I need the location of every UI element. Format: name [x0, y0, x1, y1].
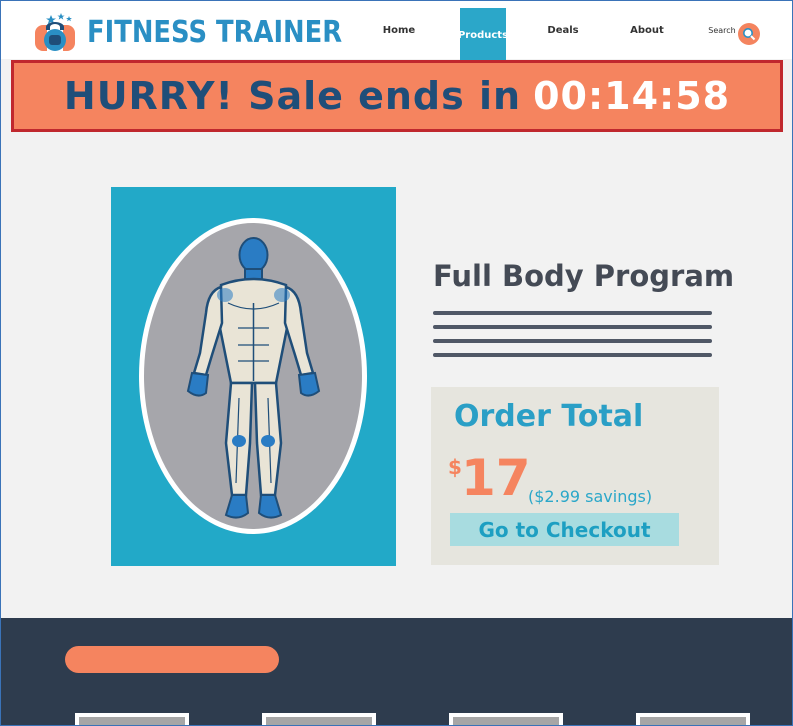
nav-about[interactable]: About [623, 1, 671, 59]
countdown-timer: 00:14:58 [533, 74, 731, 118]
kettlebell-logo-icon[interactable] [31, 13, 79, 53]
product-title: Full Body Program [433, 259, 735, 293]
site-header: FITNESS TRAINER Home Products Deals Abou… [1, 1, 792, 68]
sale-banner: HURRY! Sale ends in 00:14:58 [11, 60, 783, 132]
footer-thumbnail[interactable] [262, 713, 376, 725]
nav-products[interactable]: Products [458, 8, 508, 63]
search-label[interactable]: Search [707, 1, 737, 59]
sale-message: HURRY! Sale ends in [63, 74, 522, 118]
footer-heading-placeholder [65, 646, 279, 673]
brand-name[interactable]: FITNESS TRAINER [87, 15, 342, 51]
description-line [433, 353, 712, 357]
description-line [433, 325, 712, 329]
page-frame: FITNESS TRAINER Home Products Deals Abou… [0, 0, 793, 726]
footer-thumbnail[interactable] [636, 713, 750, 725]
nav-home[interactable]: Home [377, 1, 421, 59]
footer-thumbnail[interactable] [75, 713, 189, 725]
description-line [433, 339, 712, 343]
checkout-button[interactable]: Go to Checkout [450, 513, 679, 546]
nav-deals[interactable]: Deals [541, 1, 585, 59]
order-total-heading: Order Total [454, 399, 644, 434]
price-value: 17 [461, 449, 531, 507]
savings-text: ($2.99 savings) [528, 487, 653, 506]
sale-countdown: HURRY! Sale ends in 00:14:58 [14, 63, 780, 129]
magnifier-icon [743, 28, 756, 41]
price-currency: $ [448, 455, 462, 479]
search-button[interactable] [738, 23, 760, 45]
footer-thumbnail[interactable] [449, 713, 563, 725]
description-line [433, 311, 712, 315]
human-muscle-figure-icon [186, 237, 321, 519]
